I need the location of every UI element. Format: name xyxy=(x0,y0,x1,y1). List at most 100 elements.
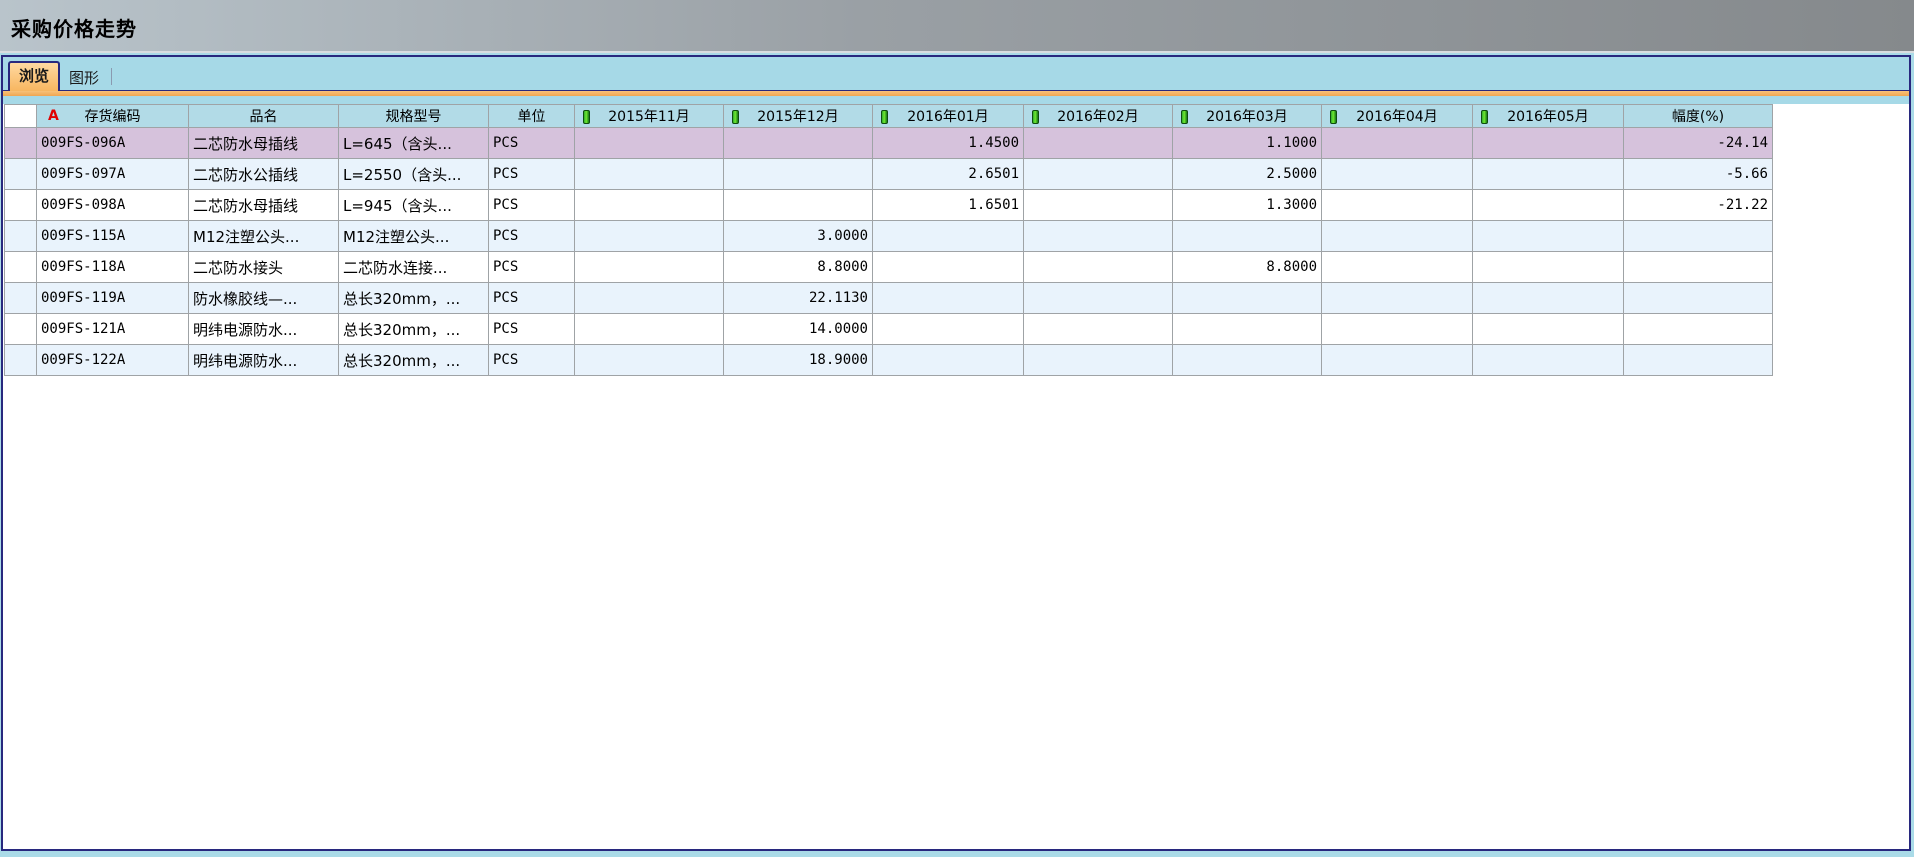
cell-month-value[interactable] xyxy=(724,190,873,221)
cell-spec[interactable]: M12注塑公头... xyxy=(339,221,489,252)
cell-unit[interactable]: PCS xyxy=(489,314,575,345)
cell-month-value[interactable] xyxy=(873,283,1024,314)
cell-range[interactable] xyxy=(1624,252,1773,283)
cell-month-value[interactable] xyxy=(1024,283,1173,314)
cell-spec[interactable]: 总长320mm，... xyxy=(339,345,489,376)
row-selector[interactable] xyxy=(5,345,37,376)
cell-month-value[interactable] xyxy=(1024,314,1173,345)
cell-code[interactable]: 009FS-097A xyxy=(37,159,189,190)
row-selector-header[interactable] xyxy=(5,105,37,128)
cell-spec[interactable]: L=645（含头... xyxy=(339,128,489,159)
row-selector[interactable] xyxy=(5,283,37,314)
cell-range[interactable] xyxy=(1624,314,1773,345)
cell-month-value[interactable]: 18.9000 xyxy=(724,345,873,376)
cell-month-value[interactable] xyxy=(873,252,1024,283)
cell-month-value[interactable] xyxy=(1473,221,1624,252)
cell-unit[interactable]: PCS xyxy=(489,190,575,221)
column-header-2016-04[interactable]: 2016年04月 xyxy=(1322,105,1473,128)
cell-spec[interactable]: L=2550（含头... xyxy=(339,159,489,190)
tab-graph[interactable]: 图形 xyxy=(60,66,108,90)
cell-code[interactable]: 009FS-098A xyxy=(37,190,189,221)
row-selector[interactable] xyxy=(5,159,37,190)
column-header-2016-05[interactable]: 2016年05月 xyxy=(1473,105,1624,128)
cell-unit[interactable]: PCS xyxy=(489,283,575,314)
cell-range[interactable] xyxy=(1624,283,1773,314)
cell-month-value[interactable] xyxy=(1473,345,1624,376)
row-selector[interactable] xyxy=(5,190,37,221)
column-header-spec[interactable]: 规格型号 xyxy=(339,105,489,128)
column-header-range[interactable]: 幅度(%) xyxy=(1624,105,1773,128)
cell-month-value[interactable] xyxy=(1024,252,1173,283)
cell-month-value[interactable]: 8.8000 xyxy=(724,252,873,283)
cell-range[interactable] xyxy=(1624,221,1773,252)
row-selector[interactable] xyxy=(5,128,37,159)
cell-month-value[interactable] xyxy=(873,314,1024,345)
cell-month-value[interactable] xyxy=(1024,345,1173,376)
cell-code[interactable]: 009FS-118A xyxy=(37,252,189,283)
column-header-2016-03[interactable]: 2016年03月 xyxy=(1173,105,1322,128)
cell-name[interactable]: 二芯防水母插线 xyxy=(189,128,339,159)
cell-month-value[interactable] xyxy=(1473,314,1624,345)
cell-month-value[interactable] xyxy=(724,128,873,159)
cell-name[interactable]: 二芯防水母插线 xyxy=(189,190,339,221)
cell-code[interactable]: 009FS-121A xyxy=(37,314,189,345)
cell-month-value[interactable] xyxy=(1024,159,1173,190)
cell-month-value[interactable] xyxy=(1322,314,1473,345)
cell-month-value[interactable] xyxy=(575,283,724,314)
cell-month-value[interactable] xyxy=(575,314,724,345)
cell-name[interactable]: 明纬电源防水... xyxy=(189,345,339,376)
cell-month-value[interactable] xyxy=(1173,221,1322,252)
column-header-code[interactable]: A 存货编码 xyxy=(37,105,189,128)
cell-month-value[interactable] xyxy=(1024,128,1173,159)
column-header-2016-01[interactable]: 2016年01月 xyxy=(873,105,1024,128)
cell-month-value[interactable] xyxy=(1322,252,1473,283)
cell-month-value[interactable] xyxy=(575,159,724,190)
cell-month-value[interactable] xyxy=(1322,128,1473,159)
column-header-unit[interactable]: 单位 xyxy=(489,105,575,128)
cell-code[interactable]: 009FS-119A xyxy=(37,283,189,314)
cell-month-value[interactable] xyxy=(575,190,724,221)
cell-month-value[interactable] xyxy=(1473,128,1624,159)
row-selector[interactable] xyxy=(5,221,37,252)
cell-month-value[interactable]: 2.5000 xyxy=(1173,159,1322,190)
cell-month-value[interactable] xyxy=(1473,283,1624,314)
cell-code[interactable]: 009FS-122A xyxy=(37,345,189,376)
cell-month-value[interactable]: 14.0000 xyxy=(724,314,873,345)
cell-unit[interactable]: PCS xyxy=(489,252,575,283)
column-header-2016-02[interactable]: 2016年02月 xyxy=(1024,105,1173,128)
cell-unit[interactable]: PCS xyxy=(489,221,575,252)
column-header-2015-12[interactable]: 2015年12月 xyxy=(724,105,873,128)
cell-month-value[interactable]: 22.1130 xyxy=(724,283,873,314)
cell-range[interactable]: -24.14 xyxy=(1624,128,1773,159)
cell-range[interactable]: -5.66 xyxy=(1624,159,1773,190)
cell-month-value[interactable] xyxy=(575,252,724,283)
cell-name[interactable]: M12注塑公头... xyxy=(189,221,339,252)
cell-name[interactable]: 二芯防水接头 xyxy=(189,252,339,283)
tab-browse[interactable]: 浏览 xyxy=(8,61,60,91)
cell-month-value[interactable]: 2.6501 xyxy=(873,159,1024,190)
cell-month-value[interactable] xyxy=(1473,190,1624,221)
cell-month-value[interactable] xyxy=(1173,314,1322,345)
cell-month-value[interactable]: 1.6501 xyxy=(873,190,1024,221)
cell-month-value[interactable] xyxy=(1473,159,1624,190)
cell-month-value[interactable] xyxy=(1322,221,1473,252)
cell-unit[interactable]: PCS xyxy=(489,159,575,190)
cell-month-value[interactable] xyxy=(1322,283,1473,314)
cell-month-value[interactable]: 1.3000 xyxy=(1173,190,1322,221)
cell-month-value[interactable] xyxy=(1322,159,1473,190)
cell-month-value[interactable] xyxy=(1322,190,1473,221)
cell-month-value[interactable] xyxy=(1322,345,1473,376)
cell-name[interactable]: 防水橡胶线—... xyxy=(189,283,339,314)
cell-month-value[interactable] xyxy=(873,221,1024,252)
cell-month-value[interactable]: 8.8000 xyxy=(1173,252,1322,283)
cell-code[interactable]: 009FS-096A xyxy=(37,128,189,159)
cell-month-value[interactable] xyxy=(575,221,724,252)
cell-month-value[interactable] xyxy=(1173,283,1322,314)
cell-spec[interactable]: 二芯防水连接... xyxy=(339,252,489,283)
cell-month-value[interactable] xyxy=(1173,345,1322,376)
cell-range[interactable]: -21.22 xyxy=(1624,190,1773,221)
row-selector[interactable] xyxy=(5,252,37,283)
cell-spec[interactable]: 总长320mm，... xyxy=(339,314,489,345)
cell-month-value[interactable]: 1.1000 xyxy=(1173,128,1322,159)
cell-month-value[interactable] xyxy=(1024,221,1173,252)
